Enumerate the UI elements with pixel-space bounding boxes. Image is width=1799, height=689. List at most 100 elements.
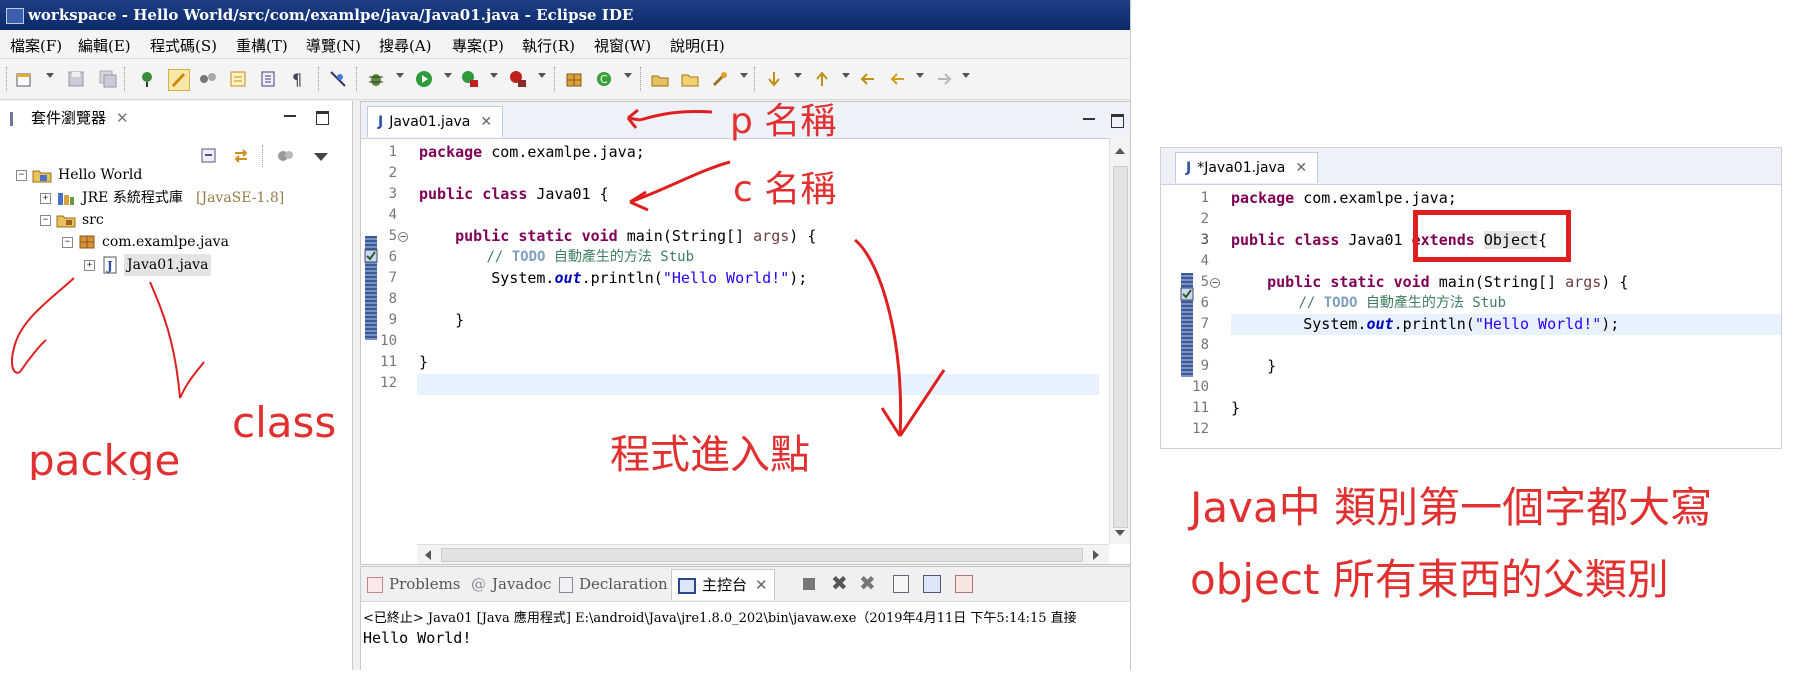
close-icon[interactable]: ✕ [1295, 160, 1307, 176]
minimize-icon[interactable] [1083, 118, 1095, 120]
scroll-up-icon[interactable] [1115, 148, 1125, 154]
svg-text:¶: ¶ [292, 70, 302, 89]
forward-dropdown-icon[interactable] [962, 73, 970, 78]
expand-toggle-icon[interactable]: + [40, 193, 51, 204]
debug-icon[interactable] [366, 69, 386, 89]
next-annotation-down-icon[interactable] [764, 69, 784, 89]
code-line-9[interactable]: } [419, 310, 464, 331]
show-whitespace-icon[interactable] [258, 69, 278, 89]
collapse-all-icon[interactable] [200, 147, 218, 165]
new-class-dropdown-icon[interactable] [624, 73, 632, 78]
collapse-toggle-icon[interactable]: − [40, 215, 51, 226]
mark-occurrences-icon[interactable] [168, 69, 190, 91]
debug-dropdown-icon[interactable] [396, 73, 404, 78]
back-dropdown-icon[interactable] [916, 73, 924, 78]
package-explorer-tab[interactable]: 套件瀏覽器 ✕ [10, 101, 129, 135]
tab-declaration[interactable]: Declaration [559, 571, 668, 597]
expand-toggle-icon[interactable]: + [84, 260, 95, 271]
link-with-editor-icon[interactable] [232, 147, 250, 165]
remove-launch-icon[interactable]: ✖ [831, 571, 848, 595]
next-annotation-icon[interactable] [228, 69, 248, 89]
menu-help[interactable]: 說明(H) [670, 35, 725, 56]
collapse-toggle-icon[interactable]: − [16, 170, 27, 181]
open-type-icon[interactable] [650, 69, 670, 89]
scroll-down-icon[interactable] [1115, 530, 1125, 536]
horizontal-scrollbar-thumb[interactable] [441, 548, 1083, 562]
new-java-package-icon[interactable] [564, 69, 584, 89]
toggle-breadcrumb-icon[interactable] [138, 69, 158, 89]
pin-console-icon[interactable] [955, 575, 973, 593]
previous-annotation-dropdown-icon[interactable] [842, 73, 850, 78]
block-selection-icon[interactable] [198, 69, 218, 89]
focus-active-task-icon[interactable] [276, 147, 296, 165]
save-icon[interactable] [66, 69, 86, 89]
search-icon[interactable] [710, 69, 730, 89]
menu-edit[interactable]: 編輯(E) [78, 35, 131, 56]
last-edit-location-icon[interactable] [858, 69, 878, 89]
code-line-7[interactable]: System.out.println("Hello World!"); [1231, 314, 1619, 335]
back-icon[interactable] [888, 69, 908, 89]
minimize-icon[interactable] [284, 115, 296, 117]
vertical-scrollbar[interactable] [1109, 138, 1130, 544]
editor-tab-java01-modified[interactable]: J *Java01.java ✕ [1175, 152, 1319, 183]
close-icon[interactable]: ✕ [116, 109, 129, 127]
code-line-5[interactable]: public static void main(String[] args) { [1231, 272, 1628, 293]
open-folder-icon[interactable] [680, 69, 700, 89]
tab-javadoc[interactable]: @ Javadoc [471, 571, 551, 597]
collapse-toggle-icon[interactable]: − [62, 237, 73, 248]
menu-search[interactable]: 搜尋(A) [379, 35, 432, 56]
search-dropdown-icon[interactable] [740, 73, 748, 78]
editor-tab-java01[interactable]: J Java01.java ✕ [367, 106, 504, 137]
menu-run[interactable]: 執行(R) [522, 35, 575, 56]
fold-toggle-icon[interactable]: − [1210, 278, 1220, 288]
external-tools-dropdown-icon[interactable] [538, 73, 546, 78]
close-icon[interactable]: ✕ [480, 114, 492, 130]
code-line-7[interactable]: System.out.println("Hello World!"); [419, 268, 807, 289]
code-line-11[interactable]: } [419, 352, 428, 373]
pilcrow-icon[interactable]: ¶ [288, 69, 308, 89]
view-menu-icon[interactable] [314, 153, 328, 161]
scrollbar-thumb[interactable] [1113, 166, 1128, 528]
tab-console[interactable]: 主控台 ✕ [671, 569, 775, 600]
menu-refactor[interactable]: 重構(T) [236, 35, 288, 56]
menu-navigate[interactable]: 導覽(N) [306, 35, 361, 56]
clear-console-icon[interactable] [893, 575, 909, 593]
code-line-6[interactable]: // TODO 自動產生的方法 Stub [1231, 293, 1506, 314]
maximize-icon[interactable] [1111, 114, 1124, 128]
new-java-class-icon[interactable]: C [594, 69, 614, 89]
coverage-dropdown-icon[interactable] [490, 73, 498, 78]
maximize-icon[interactable] [316, 111, 329, 125]
forward-icon[interactable] [934, 69, 954, 89]
code-line-3[interactable]: public class Java01 { [419, 184, 609, 205]
javadoc-icon: @ [471, 575, 486, 593]
code-line-9[interactable]: } [1231, 356, 1276, 377]
menu-source[interactable]: 程式碼(S) [150, 35, 217, 56]
scroll-right-icon[interactable] [1093, 550, 1099, 560]
scroll-lock-icon[interactable] [923, 575, 941, 593]
horizontal-scrollbar[interactable] [417, 544, 1109, 564]
terminate-icon[interactable] [803, 578, 815, 590]
run-dropdown-icon[interactable] [444, 73, 452, 78]
tab-problems[interactable]: Problems [367, 571, 461, 597]
external-tools-icon[interactable] [508, 69, 528, 89]
fold-toggle-icon[interactable]: − [398, 232, 408, 242]
scroll-left-icon[interactable] [425, 550, 431, 560]
previous-annotation-icon[interactable] [812, 69, 832, 89]
new-icon[interactable] [14, 69, 34, 89]
menu-project[interactable]: 專案(P) [452, 35, 504, 56]
code-line-11[interactable]: } [1231, 398, 1240, 419]
remove-all-launches-icon[interactable]: ✖ [859, 571, 876, 595]
close-icon[interactable]: ✕ [755, 576, 768, 594]
menu-window[interactable]: 視窗(W) [594, 35, 651, 56]
coverage-icon[interactable] [460, 69, 480, 89]
code-line-1[interactable]: package com.examlpe.java; [419, 142, 645, 163]
new-dropdown-icon[interactable] [46, 73, 54, 78]
skip-breakpoints-icon[interactable] [328, 69, 348, 89]
run-icon[interactable] [414, 69, 434, 89]
code-line-1[interactable]: package com.examlpe.java; [1231, 188, 1457, 209]
code-line-5[interactable]: public static void main(String[] args) { [419, 226, 816, 247]
menu-file[interactable]: 檔案(F) [10, 35, 62, 56]
next-annotation-dropdown-icon[interactable] [794, 73, 802, 78]
code-line-6[interactable]: // TODO 自動產生的方法 Stub [419, 247, 694, 268]
save-all-icon[interactable] [98, 69, 118, 89]
